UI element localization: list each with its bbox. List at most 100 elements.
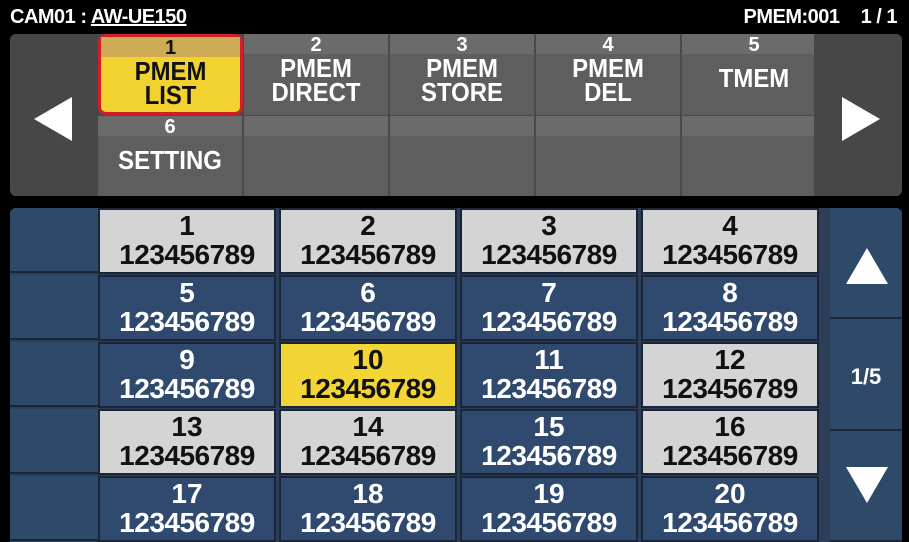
preset-button-13[interactable]: 13 123456789 [98,409,276,475]
preset-button-6[interactable]: 6 123456789 [279,275,457,341]
menu-item-pmem-list[interactable]: 1 PMEM LIST [98,34,243,115]
menu-item-pmem-store[interactable]: 3 PMEM STORE [390,34,535,115]
preset-button-14[interactable]: 14 123456789 [279,409,457,475]
preset-number: 4 [722,210,738,241]
page-indicator: 1/5 [850,364,882,389]
menu-prev-button[interactable] [10,34,98,196]
menu-item-pmem-del[interactable]: 4 PMEM DEL [536,34,681,115]
camera-label: CAM01 : AW-UE150 [10,6,187,29]
preset-name: 123456789 [119,373,255,404]
preset-button-20[interactable]: 20 123456789 [641,476,819,542]
preset-number: 20 [714,478,746,509]
preset-name: 123456789 [662,239,798,270]
menu-item-pmem-direct[interactable]: 2 PMEM DIRECT [244,34,389,115]
preset-number: 13 [171,411,203,442]
preset-name: 123456789 [119,507,255,538]
menu-item-number-strip [536,116,680,136]
preset-name: 123456789 [300,507,436,538]
preset-button-10[interactable]: 10 123456789 [279,342,457,408]
preset-number: 15 [533,411,565,442]
menu-item-setting[interactable]: 6 SETTING [98,115,243,196]
camera-id: CAM01 : [10,6,87,28]
preset-name: 123456789 [662,440,798,471]
menu-item-label: PMEM DIRECT [271,53,361,107]
menu-item-label: PMEM DEL [572,53,644,107]
menu-item-label: PMEM LIST [134,56,207,110]
preset-button-9[interactable]: 9 123456789 [98,342,276,408]
preset-number: 6 [360,277,376,308]
preset-name: 123456789 [481,239,617,270]
side-button-5[interactable] [10,476,98,541]
preset-button-5[interactable]: 5 123456789 [98,275,276,341]
preset-number: 3 [541,210,557,241]
preset-button-16[interactable]: 16 123456789 [641,409,819,475]
preset-name: 123456789 [662,373,798,404]
menu-item-number: 6 [164,116,176,138]
pmem-number: PMEM:001 [743,6,840,28]
preset-number: 8 [722,277,738,308]
preset-button-3[interactable]: 3 123456789 [460,208,638,274]
preset-number: 1 [179,210,195,241]
side-button-4[interactable] [10,409,98,474]
arrow-right-icon [842,97,880,141]
triangle-down-icon [846,467,888,503]
preset-button-12[interactable]: 12 123456789 [641,342,819,408]
side-button-1[interactable] [10,208,98,273]
menu-item-number-strip [244,116,388,136]
preset-name: 123456789 [481,373,617,404]
preset-number: 7 [541,277,557,308]
menu-panel: 1 PMEM LIST 2 PMEM DIRECT 3 PMEM STORE 4 PMEM D… [10,34,902,196]
preset-name: 123456789 [119,306,255,337]
preset-name: 123456789 [662,507,798,538]
preset-number: 9 [179,344,195,375]
preset-button-15[interactable]: 15 123456789 [460,409,638,475]
menu-item-empty-10 [682,115,827,196]
menu-item-label: SETTING [118,145,222,175]
preset-number: 17 [171,478,203,509]
preset-number: 14 [352,411,384,442]
preset-name: 123456789 [481,507,617,538]
page-counter: 1 / 1 [860,6,898,28]
preset-name: 123456789 [300,306,436,337]
preset-number: 2 [360,210,376,241]
preset-name: 123456789 [662,306,798,337]
menu-next-button[interactable] [814,34,902,196]
side-button-2[interactable] [10,275,98,340]
preset-button-11[interactable]: 11 123456789 [460,342,638,408]
preset-button-2[interactable]: 2 123456789 [279,208,457,274]
preset-number: 5 [179,277,195,308]
preset-number: 18 [352,478,384,509]
preset-name: 123456789 [119,239,255,270]
preset-name: 123456789 [119,440,255,471]
preset-grid-panel: 1 123456789 2 123456789 3 123456789 4 123456789… [10,208,902,542]
preset-button-1[interactable]: 1 123456789 [98,208,276,274]
menu-item-tmem[interactable]: 5 TMEM [682,34,827,115]
preset-name: 123456789 [481,440,617,471]
pager-column: 1/5 [830,208,902,542]
status-bar: CAM01 : AW-UE150 PMEM:001 1 / 1 [0,0,909,34]
menu-item-empty-8 [390,115,535,196]
preset-button-4[interactable]: 4 123456789 [641,208,819,274]
menu-item-number-strip [390,116,534,136]
preset-number: 12 [714,344,746,375]
menu-item-number-strip [682,116,826,136]
preset-number: 11 [534,344,564,375]
preset-button-17[interactable]: 17 123456789 [98,476,276,542]
page-indicator-box: 1/5 [830,319,902,431]
page-down-button[interactable] [830,431,902,542]
preset-button-19[interactable]: 19 123456789 [460,476,638,542]
page-up-button[interactable] [830,208,902,319]
status-right: PMEM:001 1 / 1 [727,6,897,29]
camera-model: AW-UE150 [90,6,187,28]
preset-button-8[interactable]: 8 123456789 [641,275,819,341]
preset-number: 10 [352,344,384,375]
preset-name: 123456789 [300,440,436,471]
menu-item-empty-9 [536,115,681,196]
side-button-3[interactable] [10,342,98,407]
preset-button-18[interactable]: 18 123456789 [279,476,457,542]
preset-number: 16 [714,411,746,442]
triangle-up-icon [846,248,888,284]
preset-button-7[interactable]: 7 123456789 [460,275,638,341]
preset-number: 19 [533,478,565,509]
menu-item-number: 5 [748,34,760,56]
